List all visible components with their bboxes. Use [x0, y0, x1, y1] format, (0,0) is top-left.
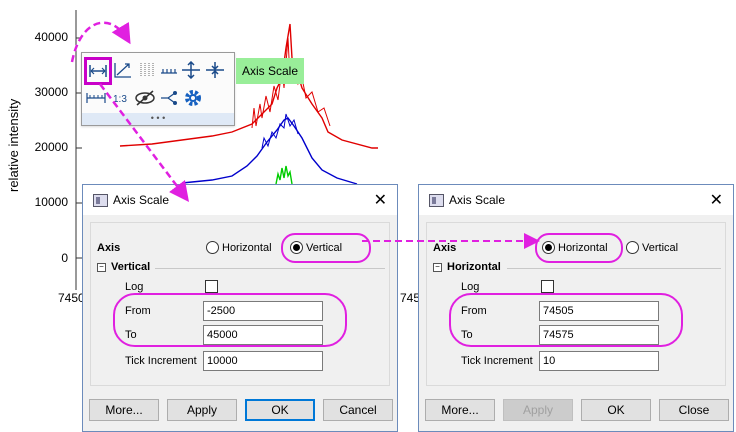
arrow-to-left-dialog	[99, 83, 190, 202]
arrow-to-toolbar	[70, 21, 131, 63]
annotation-overlay	[70, 21, 540, 249]
